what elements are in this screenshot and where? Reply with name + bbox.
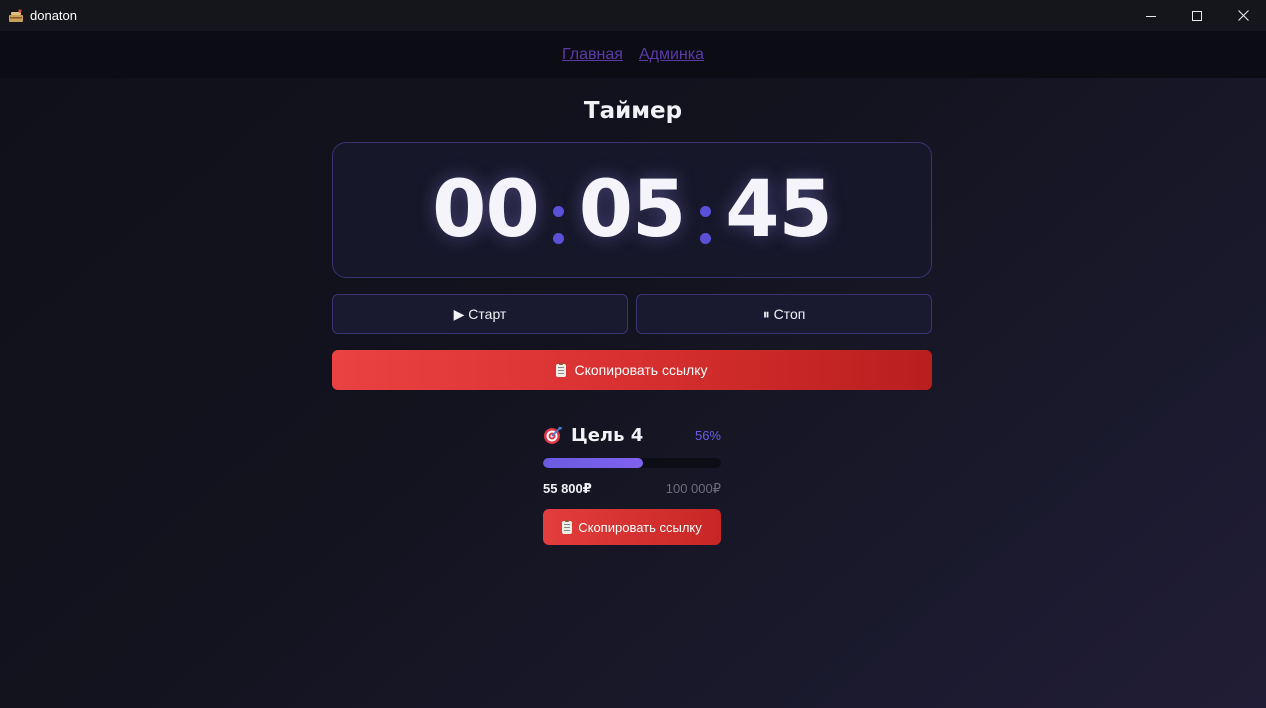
title-bar: donaton xyxy=(0,0,1266,31)
close-icon xyxy=(1237,10,1249,21)
window-controls xyxy=(1128,0,1266,31)
copy-timer-link-button[interactable]: Скопировать ссылку xyxy=(332,350,932,390)
clipboard-icon xyxy=(556,362,567,377)
target-icon xyxy=(543,425,563,445)
goal-progress-fill xyxy=(543,458,643,468)
goal-target-amount: 100 000₽ xyxy=(665,481,721,496)
timer-hours: 00 xyxy=(432,165,540,255)
window-title: donaton xyxy=(30,8,77,23)
timer-separator xyxy=(687,190,723,260)
stop-button[interactable]: ⏸ Стоп xyxy=(636,294,932,334)
timer-display: 00 05 45 xyxy=(332,142,932,278)
copy-goal-link-label: Скопировать ссылку xyxy=(578,519,702,535)
copy-goal-link-button[interactable]: Скопировать ссылку xyxy=(543,509,721,545)
goal-percent: 56% xyxy=(694,427,721,443)
timer-digits: 00 05 45 xyxy=(432,165,833,255)
timer-separator xyxy=(541,190,577,260)
start-button-label: ▶ Старт xyxy=(453,305,507,322)
goal-header: Цель 4 56% xyxy=(543,424,721,446)
app-logo-icon xyxy=(8,8,24,23)
top-nav: Главная Админка xyxy=(0,31,1266,78)
minimize-icon xyxy=(1146,15,1156,17)
start-button[interactable]: ▶ Старт xyxy=(332,294,628,334)
goal-progress-bar xyxy=(543,458,721,468)
maximize-button[interactable] xyxy=(1174,0,1220,31)
stop-button-label: ⏸ Стоп xyxy=(762,305,806,322)
close-button[interactable] xyxy=(1220,0,1266,31)
nav-link-admin[interactable]: Админка xyxy=(639,46,704,64)
clipboard-icon xyxy=(562,519,573,534)
minimize-button[interactable] xyxy=(1128,0,1174,31)
timer-minutes: 05 xyxy=(578,165,687,255)
app-window: donaton Главная Админка Таймер 00 05 45 ▶ … xyxy=(0,0,1266,708)
timer-seconds: 45 xyxy=(725,165,833,255)
goal-current-amount: 55 800₽ xyxy=(543,481,592,496)
copy-timer-link-label: Скопировать ссылку xyxy=(574,362,708,378)
nav-link-home[interactable]: Главная xyxy=(562,46,623,64)
page-title: Таймер xyxy=(583,98,683,124)
maximize-icon xyxy=(1192,10,1202,21)
goal-title: Цель 4 xyxy=(571,424,644,446)
